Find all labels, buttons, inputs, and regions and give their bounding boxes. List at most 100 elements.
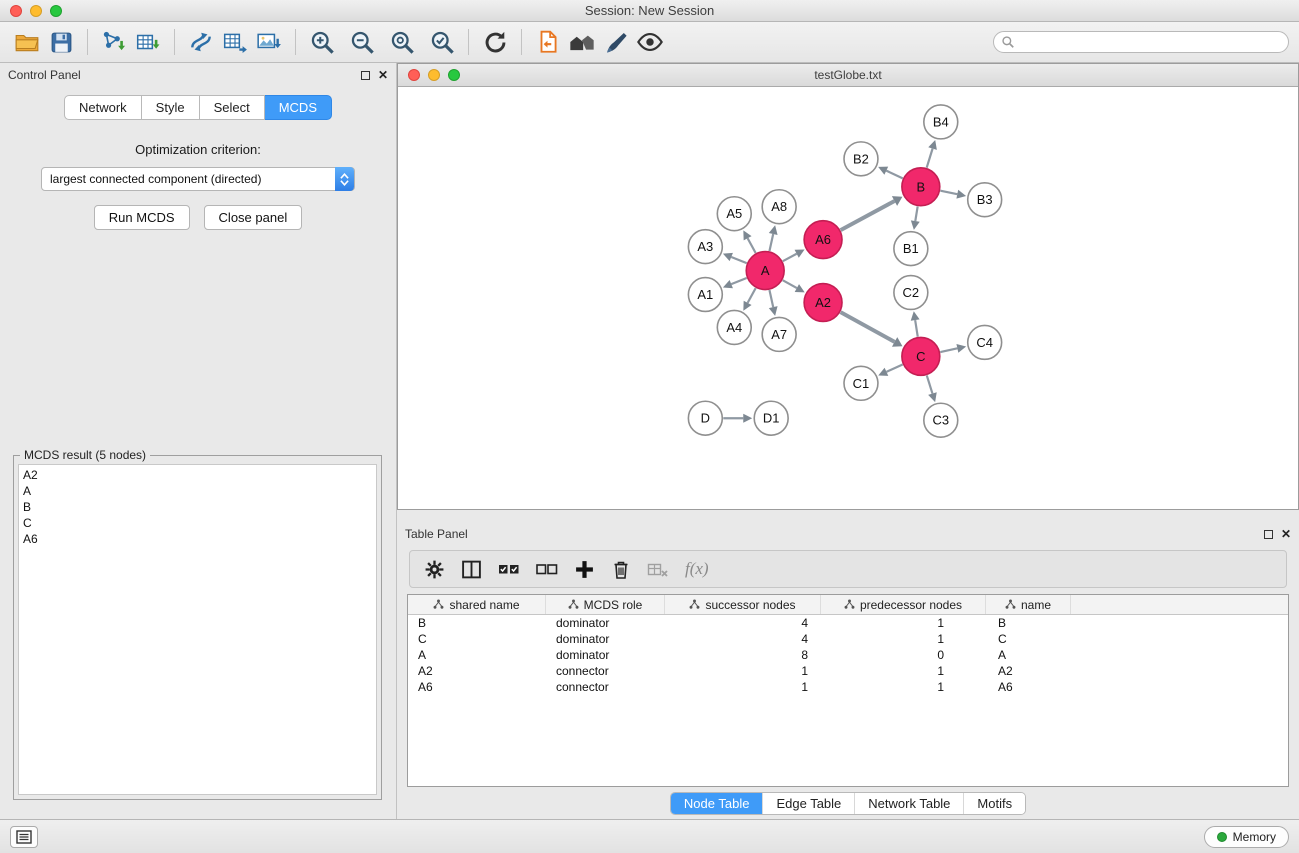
graph-node-c4[interactable]: C4 <box>968 325 1002 359</box>
graph-node-a6[interactable]: A6 <box>804 221 842 259</box>
table-cell[interactable]: 0 <box>821 648 986 662</box>
table-cell[interactable]: A <box>986 648 1071 662</box>
table-cell[interactable]: 1 <box>821 664 986 678</box>
zoom-in-button[interactable] <box>305 26 339 58</box>
result-item[interactable]: C <box>23 515 372 531</box>
graph-node-a2[interactable]: A2 <box>804 284 842 322</box>
show-hide-button[interactable] <box>633 26 667 58</box>
result-item[interactable]: A6 <box>23 531 372 547</box>
graph-node-a[interactable]: A <box>746 252 784 290</box>
table-row[interactable]: A2connector11A2 <box>408 663 1288 679</box>
column-header[interactable]: MCDS role <box>546 595 665 614</box>
function-builder-icon[interactable]: f(x) <box>685 559 709 579</box>
column-header[interactable]: name <box>986 595 1071 614</box>
graph-edge[interactable] <box>886 365 902 372</box>
graph-node-b3[interactable]: B3 <box>968 183 1002 217</box>
delete-column-icon[interactable] <box>611 559 631 580</box>
table-cell[interactable]: A6 <box>986 680 1071 694</box>
import-network-button[interactable] <box>97 26 131 58</box>
graph-edge[interactable] <box>940 348 957 352</box>
graph-edge[interactable] <box>841 201 895 230</box>
table-tab-edge-table[interactable]: Edge Table <box>762 793 854 814</box>
graph-edge[interactable] <box>940 191 957 194</box>
table-cell[interactable]: B <box>408 616 546 630</box>
close-panel-icon[interactable]: ✕ <box>1281 529 1291 539</box>
deselect-all-icon[interactable] <box>536 560 558 578</box>
select-all-icon[interactable] <box>498 560 520 578</box>
table-cell[interactable]: 1 <box>821 632 986 646</box>
run-mcds-button[interactable]: Run MCDS <box>94 205 190 230</box>
graph-edge[interactable] <box>915 206 917 221</box>
graph-edge[interactable] <box>731 278 746 284</box>
save-session-button[interactable] <box>44 26 78 58</box>
table-cell[interactable]: B <box>986 616 1071 630</box>
graph-node-d[interactable]: D <box>688 401 722 435</box>
result-item[interactable]: B <box>23 499 372 515</box>
graph-edge[interactable] <box>769 290 773 307</box>
table-cell[interactable]: connector <box>546 664 665 678</box>
graph-node-b4[interactable]: B4 <box>924 105 958 139</box>
table-cell[interactable]: A2 <box>986 664 1071 678</box>
float-panel-icon[interactable] <box>361 71 370 80</box>
table-cell[interactable]: A6 <box>408 680 546 694</box>
column-chooser-icon[interactable] <box>461 559 482 580</box>
graph-edge[interactable] <box>927 375 933 393</box>
graph-edge[interactable] <box>783 254 797 261</box>
control-tab-select[interactable]: Select <box>200 95 265 120</box>
graph-node-c1[interactable]: C1 <box>844 366 878 400</box>
graph-node-a1[interactable]: A1 <box>688 278 722 312</box>
zoom-fit-button[interactable] <box>385 26 419 58</box>
graph-edge[interactable] <box>841 312 895 342</box>
graph-node-c2[interactable]: C2 <box>894 276 928 310</box>
graph-node-d1[interactable]: D1 <box>754 401 788 435</box>
result-item[interactable]: A <box>23 483 372 499</box>
graph-edge[interactable] <box>915 320 918 337</box>
table-cell[interactable]: A2 <box>408 664 546 678</box>
table-row[interactable]: Bdominator41B <box>408 615 1288 631</box>
delete-table-icon[interactable] <box>647 560 669 579</box>
column-header[interactable]: successor nodes <box>665 595 821 614</box>
style-button[interactable] <box>599 26 633 58</box>
table-cell[interactable]: 1 <box>821 680 986 694</box>
show-console-button[interactable] <box>10 826 38 848</box>
graph-node-c[interactable]: C <box>902 337 940 375</box>
report-button[interactable] <box>531 26 565 58</box>
table-cell[interactable]: 1 <box>665 664 821 678</box>
home-button[interactable] <box>565 26 599 58</box>
network-canvas[interactable]: B4B2BB3A8A5A6A3B1AC2A1A2A4A7C4CC1DD1C3 <box>398 87 1298 509</box>
add-column-icon[interactable] <box>574 559 595 580</box>
table-tab-motifs[interactable]: Motifs <box>963 793 1025 814</box>
table-cell[interactable]: 8 <box>665 648 821 662</box>
table-row[interactable]: A6connector11A6 <box>408 679 1288 695</box>
table-cell[interactable]: C <box>408 632 546 646</box>
table-cell[interactable]: 1 <box>665 680 821 694</box>
graph-node-b1[interactable]: B1 <box>894 232 928 266</box>
table-cell[interactable]: 4 <box>665 616 821 630</box>
export-image-button[interactable] <box>252 26 286 58</box>
result-item[interactable]: A2 <box>23 467 372 483</box>
table-row[interactable]: Adominator80A <box>408 647 1288 663</box>
graph-edge[interactable] <box>769 234 773 251</box>
table-tab-network-table[interactable]: Network Table <box>854 793 963 814</box>
graph-edge[interactable] <box>748 238 756 253</box>
open-session-button[interactable] <box>10 26 44 58</box>
graph-node-a7[interactable]: A7 <box>762 317 796 351</box>
graph-edge[interactable] <box>783 280 797 288</box>
table-cell[interactable]: connector <box>546 680 665 694</box>
graph-edge[interactable] <box>748 288 756 303</box>
settings-gear-icon[interactable] <box>424 559 445 580</box>
export-table-button[interactable] <box>218 26 252 58</box>
graph-edge[interactable] <box>886 171 902 179</box>
zoom-out-button[interactable] <box>345 26 379 58</box>
column-header[interactable]: shared name <box>408 595 546 614</box>
table-cell[interactable]: 1 <box>821 616 986 630</box>
control-tab-mcds[interactable]: MCDS <box>265 95 332 120</box>
control-tab-network[interactable]: Network <box>64 95 142 120</box>
criterion-dropdown[interactable]: largest connected component (directed) <box>41 167 355 191</box>
export-network-button[interactable] <box>184 26 218 58</box>
control-tab-style[interactable]: Style <box>142 95 200 120</box>
column-header[interactable]: predecessor nodes <box>821 595 986 614</box>
mcds-result-list[interactable]: A2ABCA6 <box>18 464 377 795</box>
zoom-selected-button[interactable] <box>425 26 459 58</box>
graph-node-b[interactable]: B <box>902 168 940 206</box>
